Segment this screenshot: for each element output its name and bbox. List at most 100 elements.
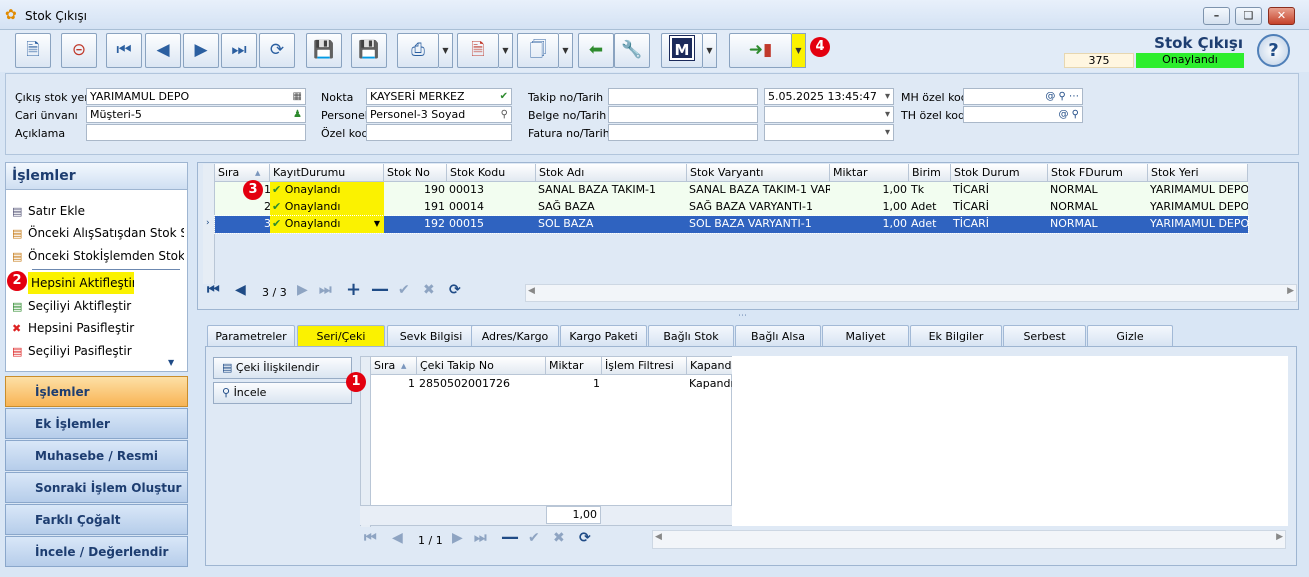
scroll-down-icon[interactable]: ▼ <box>168 358 174 367</box>
nav-muhasebe[interactable]: Muhasebe / Resmi İşlemler <box>5 440 188 493</box>
tab-sevk-bilgisi[interactable]: Sevk Bilgisi <box>387 325 475 347</box>
nav-ek-islemler[interactable]: Ek İşlemler <box>5 408 188 439</box>
nav-prev-icon[interactable]: ◀ <box>392 530 403 546</box>
tab-parametreler[interactable]: Parametreler <box>207 325 295 347</box>
save-close-button[interactable]: 💾 <box>351 33 387 68</box>
sidebar-item-hepsini-aktiflestir[interactable]: Hepsini Aktifleştir <box>28 272 134 294</box>
nav-sonraki-islem[interactable]: Sonraki İşlem Oluştur <box>5 472 188 503</box>
col-stok-no[interactable]: Stok No <box>384 164 447 182</box>
mh-ozel-kod-field[interactable]: @ ⚲ ⋯ <box>963 88 1083 105</box>
print-dropdown[interactable]: ▼ <box>439 33 453 68</box>
nav-cancel-icon[interactable]: ✖ <box>423 282 435 298</box>
col-kapandi[interactable]: Kapandı <box>687 357 735 375</box>
nav-confirm-icon[interactable]: ✔ <box>398 282 410 298</box>
m-dropdown[interactable]: ▼ <box>703 33 717 68</box>
delete-doc-button[interactable]: ⊝ <box>61 33 97 68</box>
tab-kargo-paketi[interactable]: Kargo Paketi <box>560 325 647 347</box>
refresh-button[interactable]: ⟳ <box>259 33 295 68</box>
th-ozel-kod-field[interactable]: @ ⚲ <box>963 106 1083 123</box>
pdf-button[interactable]: 🗎 <box>457 33 499 68</box>
horizontal-scrollbar[interactable]: ◀ ▶ <box>652 530 1286 549</box>
col-kayit-durumu[interactable]: KayıtDurumu <box>270 164 384 182</box>
nav-refresh-icon[interactable]: ⟳ <box>579 530 591 546</box>
tab-gizle[interactable]: Gizle <box>1087 325 1173 347</box>
tab-bagli-stok[interactable]: Bağlı Stok <box>648 325 734 347</box>
col-stok-kodu[interactable]: Stok Kodu <box>447 164 536 182</box>
export-button[interactable]: 🗍 <box>517 33 559 68</box>
tab-seri-ceki[interactable]: Seri/Çeki <box>297 325 385 347</box>
exit-dropdown[interactable]: ▼ <box>792 33 806 68</box>
sidebar-item-hepsini-pasiflestir[interactable]: ✖ Hepsini Pasifleştir <box>12 317 184 339</box>
nav-prev-icon[interactable]: ◀ <box>235 282 246 298</box>
ozel-kod-field[interactable] <box>366 124 512 141</box>
nav-remove-icon[interactable]: — <box>501 527 519 548</box>
col-ceki-takip-no[interactable]: Çeki Takip No <box>417 357 546 375</box>
tab-ek-bilgiler[interactable]: Ek Bilgiler <box>910 325 1002 347</box>
import-button[interactable]: ⬅ <box>578 33 614 68</box>
sidebar-item-onceki-alissatis[interactable]: ▤ Önceki AlışSatışdan Stok Seç <box>12 222 184 244</box>
aciklama-field[interactable] <box>86 124 306 141</box>
col-sira[interactable]: Sıra <box>371 357 417 375</box>
nav-add-icon[interactable]: + <box>346 279 361 300</box>
exit-button[interactable]: ➜▮ <box>729 33 792 68</box>
col-sira[interactable]: Sıra <box>215 164 270 182</box>
col-miktar[interactable]: Miktar <box>830 164 909 182</box>
fatura-no-field[interactable] <box>608 124 758 141</box>
last-record-button[interactable]: ⏭ <box>221 33 257 68</box>
splitter-handle[interactable]: ⋯ <box>738 311 747 321</box>
nav-first-icon[interactable]: ⏮ <box>207 282 220 298</box>
takip-no-field[interactable] <box>608 88 758 105</box>
col-stok-varyanti[interactable]: Stok Varyantı <box>687 164 830 182</box>
cari-unvani-field[interactable]: Müşteri-5 ♟ <box>86 106 306 123</box>
personel-field[interactable]: Personel-3 Soyad ⚲ <box>366 106 512 123</box>
print-button[interactable]: ⎙ <box>397 33 439 68</box>
minimize-button[interactable]: – <box>1203 7 1230 25</box>
nav-islemler[interactable]: İşlemler <box>5 376 188 407</box>
takip-date-field[interactable]: 5.05.2025 13:45:47 ▾ <box>764 88 894 105</box>
cell-durum[interactable]: ✔ Onaylandı ▼ <box>270 216 384 233</box>
incele-button[interactable]: ⚲ İncele <box>213 382 352 404</box>
tab-serbest-alanlar[interactable]: Serbest Alanlar <box>1003 325 1086 364</box>
nav-last-icon[interactable]: ⏭ <box>474 530 487 546</box>
nav-next-icon[interactable]: ▶ <box>452 530 463 546</box>
col-birim[interactable]: Birim <box>909 164 951 182</box>
col-miktar[interactable]: Miktar <box>546 357 602 375</box>
nav-refresh-icon[interactable]: ⟳ <box>449 282 461 298</box>
m-button[interactable]: M <box>661 33 703 68</box>
horizontal-scrollbar[interactable]: ◀ ▶ <box>525 284 1297 302</box>
nokta-field[interactable]: KAYSERİ MERKEZ ✔ <box>366 88 512 105</box>
scroll-left-icon[interactable]: ◀ <box>655 532 662 542</box>
scroll-right-icon[interactable]: ▶ <box>1287 286 1294 296</box>
nav-farkli-cogalt[interactable]: Farklı Çoğalt <box>5 504 188 535</box>
cikis-stok-yeri-field[interactable]: YARIMAMUL DEPO ▦ <box>86 88 306 105</box>
fatura-date-field[interactable]: ▾ <box>764 124 894 141</box>
ceki-iliskilendir-button[interactable]: ▤ Çeki İlişkilendir <box>213 357 352 379</box>
col-stok-durum[interactable]: Stok Durum <box>951 164 1048 182</box>
tab-adres-kargo[interactable]: Adres/Kargo <box>471 325 559 347</box>
nav-first-icon[interactable]: ⏮ <box>364 530 377 546</box>
nav-remove-icon[interactable]: — <box>371 279 389 300</box>
close-button[interactable]: ✕ <box>1268 7 1295 25</box>
tab-bagli-alsa[interactable]: Bağlı Alsa <box>735 325 821 347</box>
table-row-selected[interactable]: 3 ✔ Onaylandı ▼ 192 00015 SOL BAZA SOL BA… <box>214 215 1249 234</box>
table-row[interactable]: 1 ✔ Onaylandı 190 00013 SANAL BAZA TAKIM… <box>215 182 1248 199</box>
sidebar-item-onceki-stokislem[interactable]: ▤ Önceki Stokİşlemden Stok ... <box>12 245 184 267</box>
pdf-dropdown[interactable]: ▼ <box>499 33 513 68</box>
tab-maliyet[interactable]: Maliyet <box>822 325 909 347</box>
save-button[interactable]: 💾 <box>306 33 342 68</box>
next-record-button[interactable]: ▶ <box>183 33 219 68</box>
first-record-button[interactable]: ⏮ <box>106 33 142 68</box>
nav-cancel-icon[interactable]: ✖ <box>553 530 565 546</box>
nav-next-icon[interactable]: ▶ <box>297 282 308 298</box>
scroll-right-icon[interactable]: ▶ <box>1276 532 1283 542</box>
sidebar-item-seciliyi-pasiflestir[interactable]: ▤ Seçiliyi Pasifleştir <box>12 340 184 362</box>
belge-no-field[interactable] <box>608 106 758 123</box>
maximize-button[interactable]: ❑ <box>1235 7 1262 25</box>
scroll-left-icon[interactable]: ◀ <box>528 286 535 296</box>
col-islem-filtresi[interactable]: İşlem Filtresi <box>602 357 687 375</box>
new-doc-button[interactable]: 🗎 <box>15 33 51 68</box>
nav-confirm-icon[interactable]: ✔ <box>528 530 540 546</box>
sidebar-item-satir-ekle[interactable]: ▤ Satır Ekle <box>12 200 184 222</box>
col-stok-yeri[interactable]: Stok Yeri <box>1148 164 1248 182</box>
prev-record-button[interactable]: ◀ <box>145 33 181 68</box>
